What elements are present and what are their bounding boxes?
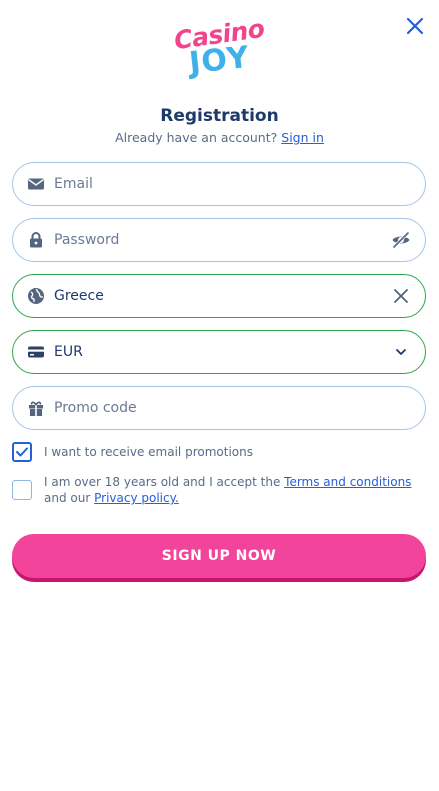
sign-up-button[interactable]: SIGN UP NOW	[12, 534, 426, 578]
toggle-password-visibility[interactable]	[391, 230, 411, 250]
casino-joy-logo: Casino JOY	[0, 14, 439, 81]
promotions-label: I want to receive email promotions	[44, 445, 253, 459]
close-icon	[394, 289, 408, 303]
credit-card-icon	[27, 343, 45, 361]
currency-select[interactable]: EUR	[12, 330, 426, 374]
terms-checkbox[interactable]	[12, 480, 32, 500]
gift-icon	[27, 399, 45, 417]
password-input[interactable]	[54, 232, 385, 248]
chevron-down-icon	[396, 349, 406, 355]
country-field[interactable]: Greece	[12, 274, 426, 318]
signin-prompt: Already have an account? Sign in	[0, 130, 439, 145]
terms-consent-row: I am over 18 years old and I accept the …	[12, 474, 426, 506]
currency-dropdown-toggle[interactable]	[391, 342, 411, 362]
clear-country-button[interactable]	[391, 286, 411, 306]
privacy-policy-link[interactable]: Privacy policy.	[94, 491, 179, 505]
eye-off-icon	[392, 231, 410, 249]
signin-prompt-text: Already have an account?	[115, 130, 278, 145]
password-field[interactable]	[12, 218, 426, 262]
terms-label: I am over 18 years old and I accept the …	[44, 474, 426, 506]
page-title: Registration	[160, 106, 279, 126]
promo-code-input[interactable]	[54, 400, 411, 416]
lock-icon	[27, 231, 45, 249]
promo-code-field[interactable]	[12, 386, 426, 430]
envelope-icon	[27, 175, 45, 193]
terms-text-middle: and our	[44, 491, 91, 505]
currency-value: EUR	[54, 344, 83, 360]
terms-text-before: I am over 18 years old and I accept the	[44, 475, 281, 489]
email-field[interactable]	[12, 162, 426, 206]
terms-and-conditions-link[interactable]: Terms and conditions	[284, 475, 411, 489]
promotions-consent-row: I want to receive email promotions	[12, 442, 426, 462]
promotions-checkbox[interactable]	[12, 442, 32, 462]
email-input[interactable]	[54, 176, 411, 192]
sign-in-link[interactable]: Sign in	[281, 130, 324, 145]
checkmark-icon	[16, 447, 28, 457]
globe-icon	[27, 287, 45, 305]
country-value: Greece	[54, 288, 104, 304]
